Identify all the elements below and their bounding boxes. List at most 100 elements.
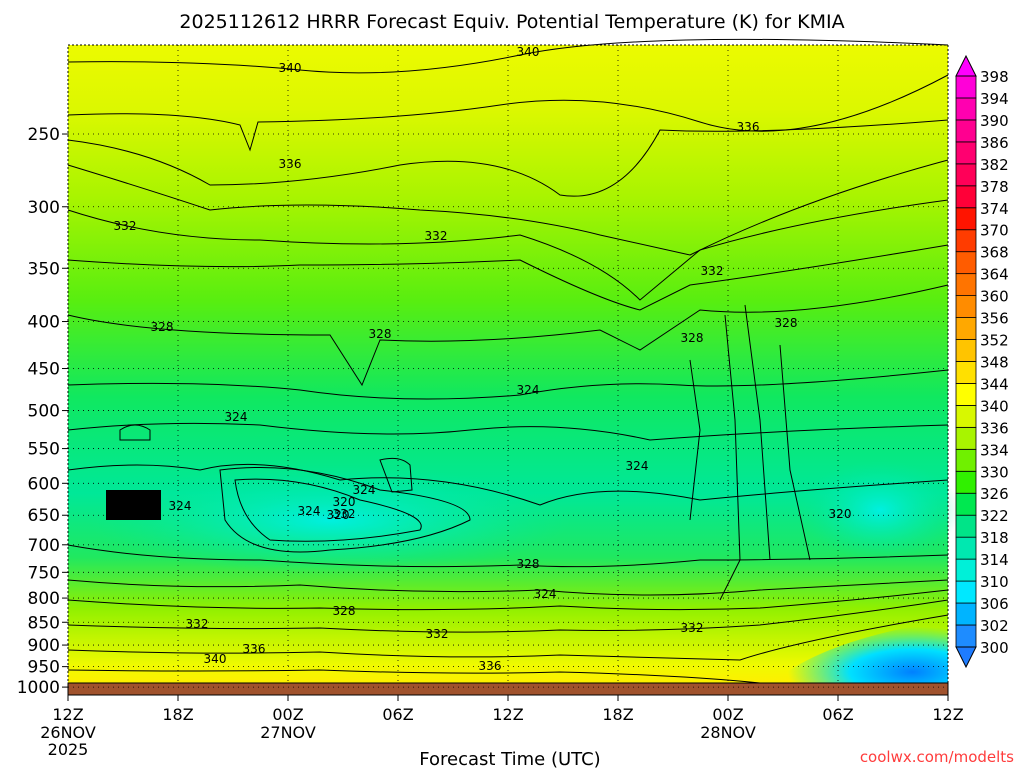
x-tick-label: 18Z [602,705,633,724]
contour-label: 332 [426,627,449,641]
y-tick-label: 650 [28,506,60,526]
contour-label: 336 [279,157,302,171]
y-axis: 250 300 350 400 450 500 550 600 650 700 750 800 850 9… [17,125,68,698]
y-tick-label: 250 [28,125,60,145]
colorbar-swatch [955,426,977,450]
colorbar-label: 360 [980,288,1009,306]
plot-area: 340 340 336 336 332 332 332 328 328 328 328 324 324 3… [67,38,960,696]
colorbar-label: 340 [980,397,1009,415]
colorbar-label: 302 [980,617,1009,635]
contour-label: 336 [243,642,266,656]
y-tick-label: 450 [28,360,60,380]
colorbar-label: 318 [980,529,1009,547]
y-tick-label: 900 [28,636,60,656]
contour-label: 336 [737,120,760,134]
x-tick-year: 2025 [48,740,89,759]
colorbar-swatch [955,317,977,340]
ground [67,682,949,696]
colorbar-swatch [955,492,977,516]
colorbar-label: 390 [980,112,1009,130]
colorbar-swatch [955,119,977,143]
colorbar-swatch [955,624,977,648]
contour-label: 328 [775,316,798,330]
y-tick-label: 400 [28,313,60,333]
colorbar-label: 336 [980,419,1009,437]
colorbar-label: 368 [980,244,1009,262]
x-tick-label: 12Z [52,705,83,724]
contour-label: 332 [425,229,448,243]
colorbar-label: 334 [980,441,1009,459]
y-tick-label: 850 [28,613,60,633]
colorbar-label: 374 [980,200,1009,218]
y-tick-label: 300 [28,198,60,218]
contour-label: 336 [479,659,502,673]
contour-label: 324 [534,587,557,601]
contour-label: 328 [369,327,392,341]
colorbar-swatch [955,383,977,406]
colorbar-swatch [955,514,977,538]
contour-label: 328 [517,557,540,571]
colorbar-swatch [955,273,977,297]
y-tick-label: 500 [28,402,60,422]
y-tick-label: 800 [28,589,60,609]
x-tick-label: 00Z [272,705,303,724]
chart-title: 2025112612 HRRR Forecast Equiv. Potentia… [179,11,844,33]
colorbar-label: 330 [980,463,1009,481]
y-tick-label: 350 [28,259,60,279]
colorbar-swatch [955,470,977,494]
colorbar-swatch [955,339,977,362]
x-tick-label: 12Z [492,705,523,724]
credit-link[interactable]: coolwx.com/modelts [860,748,1014,766]
x-axis-label: Forecast Time (UTC) [419,749,600,768]
colorbar-swatch [955,536,977,560]
moist-region [800,460,960,560]
colorbar-label: 356 [980,310,1009,328]
colorbar-label: 300 [980,639,1009,657]
contour-label: 332 [681,621,704,635]
colorbar-label: 352 [980,332,1009,350]
contour-label: 324 [626,459,649,473]
contour-label: 340 [204,652,227,666]
contour-label: 340 [279,61,302,75]
y-tick-label: 550 [28,440,60,460]
colorbar-label: 348 [980,353,1009,371]
colorbar-swatch [955,163,977,187]
colorbar-label: 306 [980,595,1009,613]
x-tick-date: 27NOV [260,723,316,742]
contour-label: 332 [114,219,137,233]
contour-label: 324 [169,499,192,513]
colorbar-label: 314 [980,551,1009,569]
colorbar-swatch [955,141,977,165]
x-tick-label: 06Z [822,705,853,724]
x-tick-label: 06Z [382,705,413,724]
y-tick-label: 1000 [17,678,60,698]
colorbar-swatch [955,295,977,318]
contour-label: 340 [517,45,540,59]
colorbar-label: 378 [980,178,1009,196]
colorbar-label: 310 [980,573,1009,591]
colorbar: 300 302 306 310 314 318 322 326 330 334 336 340 344 3… [955,54,1009,669]
contour-label: 324 [517,383,540,397]
contour-label: 332 [186,617,209,631]
colorbar-label: 386 [980,134,1009,152]
contour-label: 328 [333,604,356,618]
colorbar-swatch [955,602,977,626]
colorbar-label: 398 [980,68,1009,86]
contour-label: 324 [298,504,321,518]
colorbar-label: 322 [980,507,1009,525]
colorbar-swatch [955,580,977,604]
colorbar-swatch [955,185,977,209]
contour-label: 324 [353,483,376,497]
colorbar-under-triangle [955,646,977,669]
contour-label: 328 [151,320,174,334]
x-tick-date: 28NOV [700,723,756,742]
colorbar-swatch [955,97,977,121]
x-tick-label: 12Z [932,705,963,724]
y-tick-label: 950 [28,658,60,678]
contour-label: 324 [225,410,248,424]
colorbar-label: 326 [980,485,1009,503]
colorbar-label: 370 [980,222,1009,240]
colorbar-label: 364 [980,266,1009,284]
contour-label: 332 [333,507,356,521]
colorbar-swatch [955,229,977,253]
